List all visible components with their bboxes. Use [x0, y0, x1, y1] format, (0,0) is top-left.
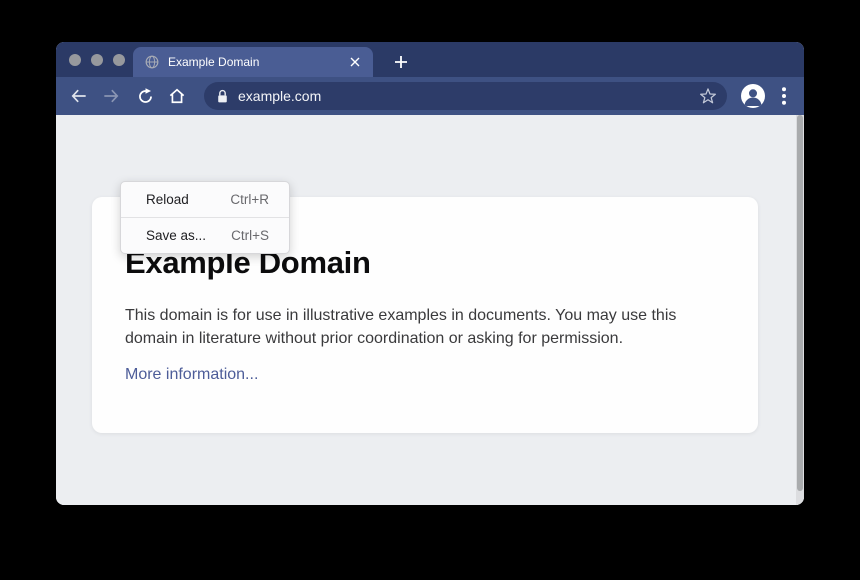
more-information-link[interactable]: More information...	[125, 366, 258, 384]
lock-icon	[216, 89, 229, 104]
page-paragraph: This domain is for use in illustrative e…	[125, 305, 710, 350]
back-arrow-icon	[69, 86, 89, 106]
tab-title: Example Domain	[168, 55, 347, 69]
context-menu-item-save-as[interactable]: Save as... Ctrl+S	[121, 218, 289, 253]
page-scrollbar[interactable]	[796, 115, 804, 505]
tab-example-domain[interactable]: Example Domain	[133, 47, 373, 77]
browser-window: Example Domain	[56, 42, 804, 505]
menu-item-label: Save as...	[146, 228, 206, 243]
profile-avatar-icon[interactable]	[740, 83, 766, 109]
context-menu: Reload Ctrl+R Save as... Ctrl+S	[120, 181, 290, 254]
home-icon	[167, 86, 187, 106]
address-bar[interactable]: example.com	[204, 82, 727, 110]
tab-close-icon[interactable]	[347, 54, 363, 70]
plus-icon	[394, 55, 408, 69]
context-menu-item-reload[interactable]: Reload Ctrl+R	[121, 182, 289, 217]
home-button[interactable]	[162, 81, 192, 111]
browser-toolbar: example.com	[56, 77, 804, 115]
menu-item-shortcut: Ctrl+R	[230, 192, 269, 207]
scrollbar-thumb[interactable]	[797, 115, 803, 491]
reload-icon	[136, 87, 155, 106]
window-titlebar: Example Domain	[56, 42, 804, 77]
bookmark-star-icon[interactable]	[698, 86, 718, 106]
menu-item-label: Reload	[146, 192, 189, 207]
url-text[interactable]: example.com	[238, 88, 698, 104]
window-zoom-button[interactable]	[113, 54, 125, 66]
globe-favicon-icon	[145, 55, 159, 69]
reload-button[interactable]	[130, 81, 160, 111]
window-minimize-button[interactable]	[91, 54, 103, 66]
page-viewport: Example Domain This domain is for use in…	[56, 115, 804, 505]
new-tab-button[interactable]	[386, 47, 416, 77]
browser-menu-button[interactable]	[773, 85, 795, 107]
back-button[interactable]	[64, 81, 94, 111]
kebab-menu-icon	[782, 87, 786, 105]
forward-button[interactable]	[96, 81, 126, 111]
screenshot-stage: Example Domain	[0, 0, 860, 580]
window-close-button[interactable]	[69, 54, 81, 66]
menu-item-shortcut: Ctrl+S	[231, 228, 269, 243]
forward-arrow-icon	[101, 86, 121, 106]
